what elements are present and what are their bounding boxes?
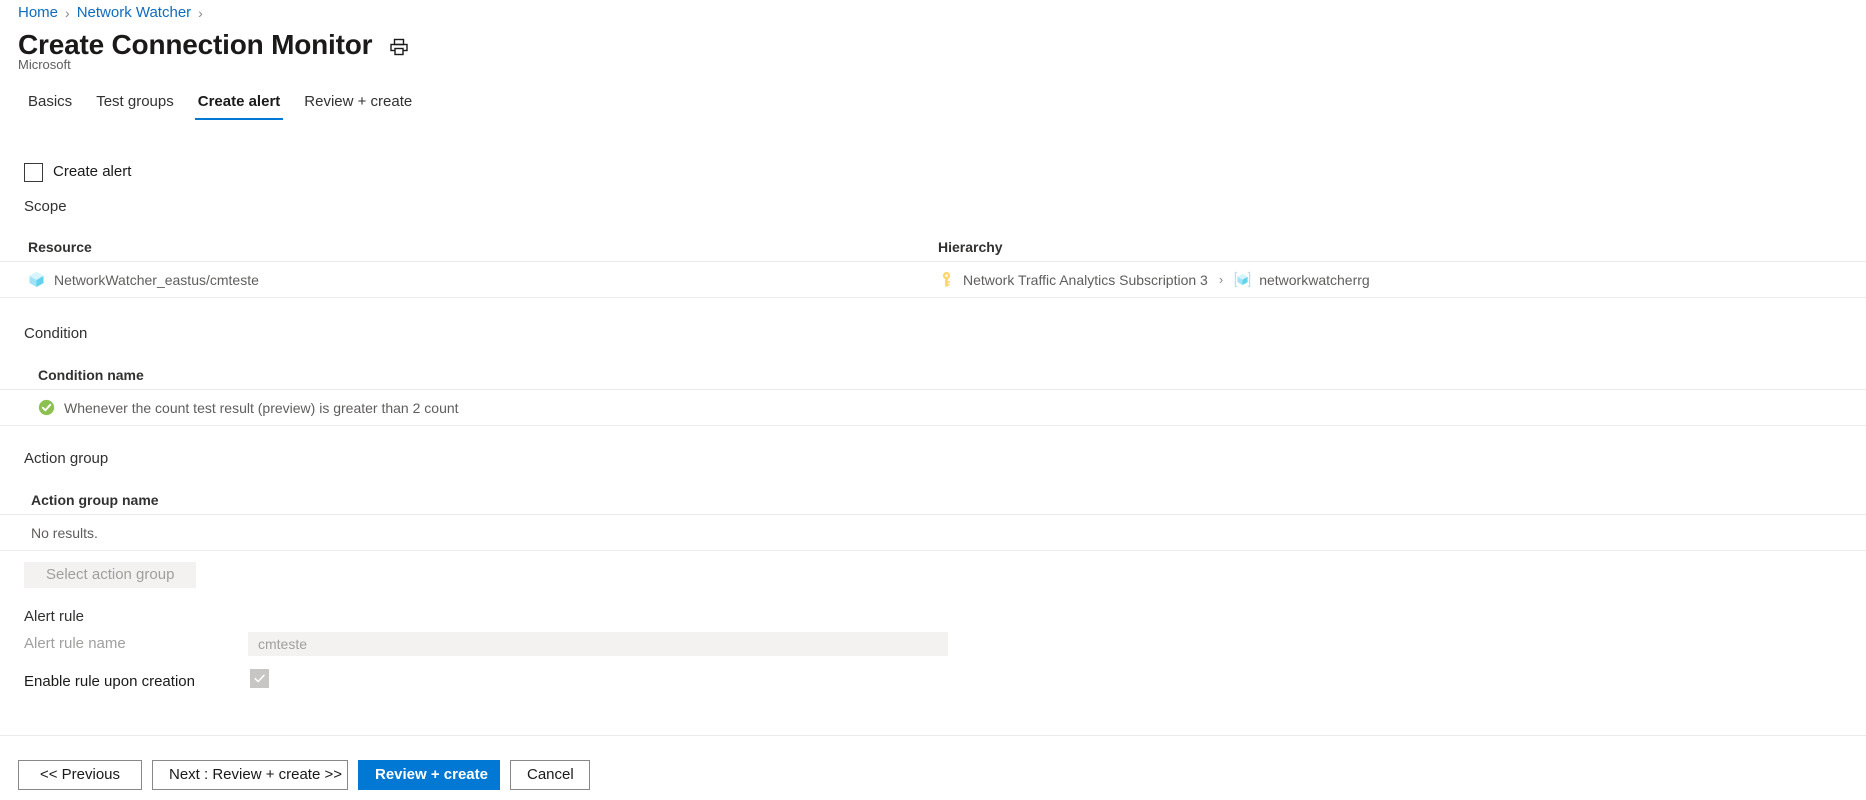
table-row-empty: No results. [0, 515, 1866, 551]
create-alert-label: Create alert [53, 163, 132, 180]
action-group-table: Action group name No results. [0, 485, 1866, 551]
tab-create-alert[interactable]: Create alert [186, 92, 293, 120]
scope-resource-cell: NetworkWatcher_eastus/cmteste [28, 271, 938, 288]
scope-table-header: Resource Hierarchy [0, 232, 1866, 262]
subscription-key-icon [938, 271, 955, 288]
hierarchy-resource-group-label: networkwatcherrg [1259, 271, 1370, 288]
page-title: Create Connection Monitor [18, 29, 373, 60]
hierarchy-resource-group: networkwatcherrg [1234, 271, 1370, 288]
wizard-tabs: Basics Test groups Create alert Review +… [18, 88, 424, 120]
cancel-button[interactable]: Cancel [510, 760, 590, 790]
action-group-heading: Action group [24, 450, 109, 467]
page-subtitle: Microsoft [18, 57, 71, 72]
condition-table-header: Condition name [0, 360, 1866, 390]
wizard-footer: << Previous Next : Review + create >> Re… [18, 760, 590, 790]
condition-table: Condition name Whenever the count test r… [0, 360, 1866, 426]
success-check-icon [38, 399, 55, 416]
create-alert-checkbox[interactable] [24, 162, 43, 182]
alert-rule-heading: Alert rule [24, 608, 85, 625]
table-row[interactable]: Whenever the count test result (preview)… [0, 390, 1866, 426]
print-icon[interactable] [389, 37, 409, 57]
breadcrumb: Home › Network Watcher › [18, 3, 203, 23]
condition-name-value: Whenever the count test result (preview)… [64, 399, 459, 416]
condition-heading: Condition [24, 325, 88, 342]
condition-cell: Whenever the count test result (preview)… [28, 399, 459, 416]
hierarchy-subscription: Network Traffic Analytics Subscription 3 [938, 271, 1208, 288]
chevron-right-icon: › [198, 5, 203, 21]
column-header-resource: Resource [28, 238, 92, 255]
hierarchy-subscription-label: Network Traffic Analytics Subscription 3 [963, 271, 1208, 288]
enable-rule-checkbox[interactable] [250, 669, 269, 688]
previous-button[interactable]: << Previous [18, 760, 142, 790]
review-create-button[interactable]: Review + create [358, 760, 500, 790]
chevron-right-icon: › [65, 5, 70, 21]
action-group-table-header: Action group name [0, 485, 1866, 515]
column-header-hierarchy: Hierarchy [938, 238, 1003, 255]
chevron-right-icon: › [1218, 272, 1224, 287]
resource-cube-icon [28, 271, 45, 288]
footer-divider [0, 735, 1866, 736]
alert-rule-name-label: Alert rule name [24, 635, 126, 652]
tab-review-create[interactable]: Review + create [292, 92, 424, 120]
scope-resource-name: NetworkWatcher_eastus/cmteste [54, 271, 259, 288]
scope-table: Resource Hierarchy NetworkWatcher_eastus… [0, 232, 1866, 298]
breadcrumb-item-network-watcher[interactable]: Network Watcher [77, 3, 191, 23]
column-header-action-group-name: Action group name [31, 491, 159, 508]
tab-test-groups[interactable]: Test groups [84, 92, 186, 120]
select-action-group-button[interactable]: Select action group [24, 562, 197, 588]
checkmark-icon [254, 674, 265, 683]
tab-basics[interactable]: Basics [18, 92, 84, 120]
page-header: Create Connection Monitor [18, 28, 409, 62]
table-row[interactable]: NetworkWatcher_eastus/cmteste Network Tr… [0, 262, 1866, 298]
next-review-create-button[interactable]: Next : Review + create >> [152, 760, 348, 790]
create-alert-checkbox-row[interactable]: Create alert [24, 162, 131, 182]
action-group-empty-text: No results. [31, 524, 98, 541]
scope-heading: Scope [24, 198, 67, 215]
breadcrumb-item-home[interactable]: Home [18, 3, 58, 23]
column-header-condition-name: Condition name [38, 366, 144, 383]
resource-group-icon [1234, 271, 1251, 288]
alert-rule-name-input[interactable] [248, 632, 948, 656]
enable-rule-label: Enable rule upon creation [24, 673, 195, 690]
scope-hierarchy-cell: Network Traffic Analytics Subscription 3… [938, 271, 1838, 288]
